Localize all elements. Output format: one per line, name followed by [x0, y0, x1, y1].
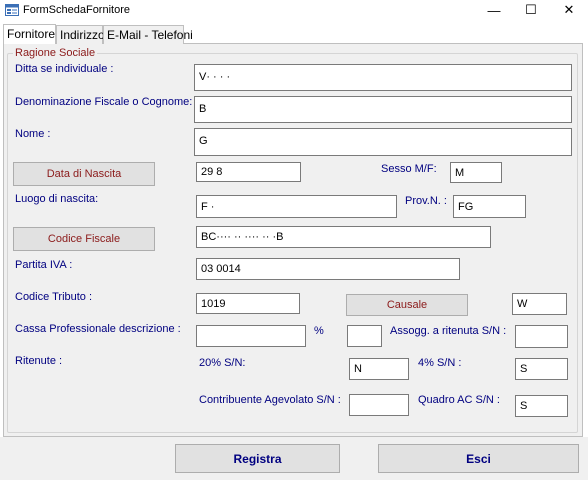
maximize-icon: ☐: [525, 2, 537, 17]
luogo-label: Luogo di nascita:: [15, 193, 99, 205]
denominazione-field[interactable]: B: [194, 96, 572, 123]
contribuente-field[interactable]: [349, 394, 409, 416]
codice-tributo-field[interactable]: 1019: [196, 293, 300, 314]
cassa-field[interactable]: [196, 325, 306, 347]
partita-iva-label: Partita IVA :: [15, 259, 73, 271]
ritenuta-20-label: 20% S/N:: [199, 357, 246, 369]
ritenuta-20-field[interactable]: N: [349, 358, 409, 380]
maximize-button[interactable]: ☐: [512, 0, 550, 20]
nome-label: Nome :: [15, 128, 51, 140]
sesso-field[interactable]: M: [450, 162, 502, 183]
ditta-label: Ditta se individuale :: [15, 63, 114, 75]
denominazione-label: Denominazione Fiscale o Cognome:: [15, 96, 193, 108]
assogg-field[interactable]: [515, 325, 568, 348]
causale-button[interactable]: Causale: [346, 294, 468, 316]
registra-button[interactable]: Registra: [175, 444, 340, 473]
data-nascita-button[interactable]: Data di Nascita: [13, 162, 155, 186]
quadro-ac-label: Quadro AC S/N :: [418, 394, 500, 406]
cassa-label: Cassa Professionale descrizione :: [15, 323, 181, 335]
assogg-label: Assogg. a ritenuta S/N :: [390, 325, 507, 337]
codice-tributo-label: Codice Tributo :: [15, 291, 93, 303]
close-button[interactable]: ✕: [550, 0, 588, 20]
ditta-field[interactable]: V· · · ·: [194, 64, 572, 91]
quadro-ac-field[interactable]: S: [515, 395, 568, 417]
app-icon: [5, 4, 19, 16]
tab-indirizzo[interactable]: Indirizzo: [56, 25, 105, 44]
codice-fiscale-field[interactable]: BC···· ·· ···· ·· ·B: [196, 226, 491, 248]
group-title: Ragione Sociale: [13, 47, 98, 59]
cassa-percent-field[interactable]: [347, 325, 382, 347]
luogo-field[interactable]: F ·: [196, 195, 397, 218]
prov-field[interactable]: FG: [453, 195, 526, 218]
contribuente-label: Contribuente Agevolato S/N :: [199, 394, 341, 406]
ritenute-label: Ritenute :: [15, 355, 63, 367]
partita-iva-field[interactable]: 03 0014: [196, 258, 460, 280]
window-title: FormSchedaFornitore: [23, 4, 130, 16]
prov-label: Prov.N. :: [405, 195, 447, 207]
close-icon: ✕: [563, 2, 575, 17]
minimize-button[interactable]: —: [475, 0, 513, 20]
percent-label: %: [314, 325, 324, 337]
data-nascita-field[interactable]: 29 8: [196, 162, 301, 182]
ritenuta-4-field[interactable]: S: [515, 358, 568, 380]
nome-field[interactable]: G: [194, 128, 572, 156]
tab-email-telefoni[interactable]: E-Mail - Telefoni: [103, 25, 193, 44]
sesso-label: Sesso M/F:: [381, 163, 437, 175]
tab-fornitore[interactable]: Fornitore: [3, 24, 56, 44]
causale-field[interactable]: W: [512, 293, 567, 315]
esci-button[interactable]: Esci: [378, 444, 579, 473]
codice-fiscale-button[interactable]: Codice Fiscale: [13, 227, 155, 251]
title-bar: FormSchedaFornitore — ☐ ✕: [0, 0, 588, 20]
minimize-icon: —: [487, 2, 501, 18]
ritenuta-4-label: 4% S/N :: [418, 357, 462, 369]
